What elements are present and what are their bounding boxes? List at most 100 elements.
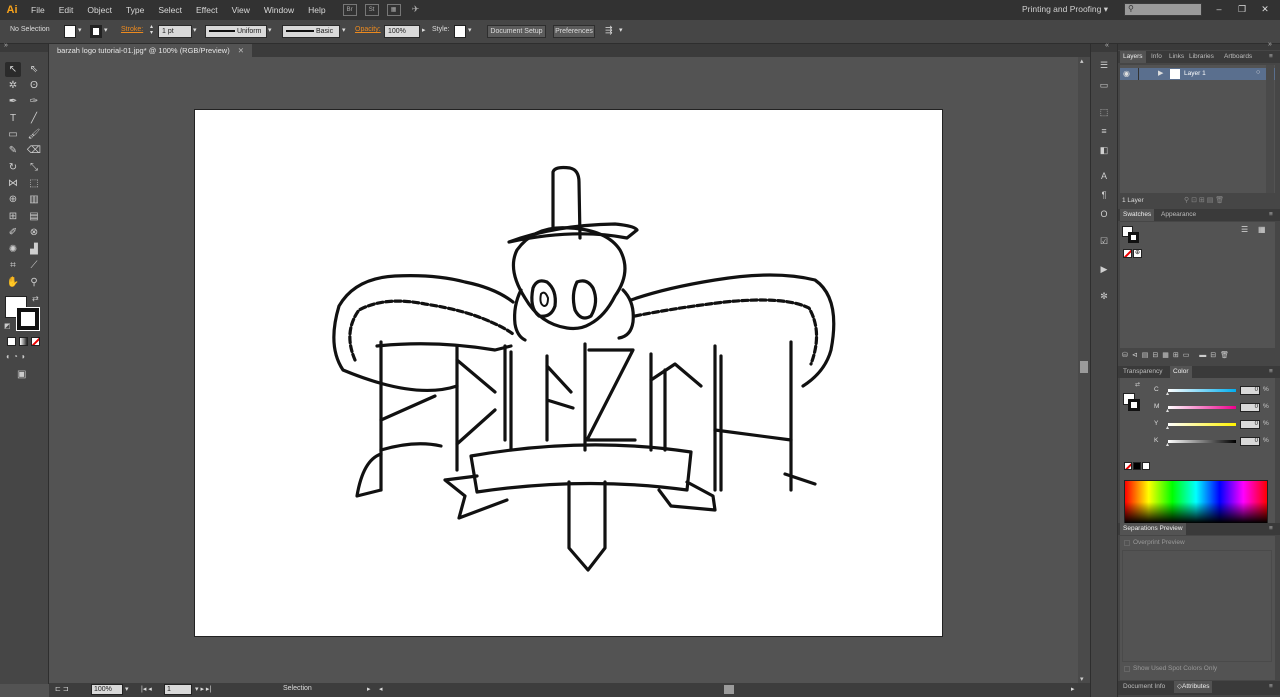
none-color-swatch[interactable] (1124, 462, 1132, 470)
horizontal-scroll-thumb[interactable] (724, 685, 734, 694)
spot-only-checkbox[interactable] (1124, 666, 1130, 672)
panel-menu-icon[interactable]: ≡ (1266, 681, 1276, 693)
brush-definition-select[interactable]: Basic (282, 25, 340, 38)
chevron-right-icon[interactable]: ▸ (367, 685, 371, 693)
color-mode-icon[interactable] (7, 337, 16, 346)
overprint-checkbox[interactable] (1124, 540, 1130, 546)
properties-panel-icon[interactable]: ☑ (1097, 235, 1111, 248)
mesh-tool-icon[interactable]: ⊞ (5, 209, 21, 224)
symbol-sprayer-tool-icon[interactable]: ✺ (5, 242, 21, 257)
gradient-mode-icon[interactable] (19, 337, 28, 346)
menu-select[interactable]: Select (151, 0, 189, 20)
stroke-color-swatch[interactable] (90, 25, 102, 38)
rotate-tool-icon[interactable]: ↻ (5, 160, 21, 175)
swatch-stroke-preview[interactable] (1128, 232, 1139, 243)
type-tool-icon[interactable]: T (5, 111, 21, 126)
close-icon[interactable]: ✕ (238, 46, 244, 55)
pencil-tool-icon[interactable]: ✎ (5, 143, 21, 158)
slider-thumb-icon[interactable]: ▴ (1166, 424, 1169, 431)
opacity-field[interactable]: 100% (384, 25, 420, 38)
scroll-right-icon[interactable]: ▸ (1071, 685, 1075, 693)
minimize-button[interactable]: – (1212, 3, 1226, 15)
swatch-registration[interactable]: ⊕ (1133, 249, 1142, 258)
shape-builder-tool-icon[interactable]: ⊕ (5, 192, 21, 207)
channel-value[interactable]: 0 (1240, 403, 1260, 412)
zoom-tool-icon[interactable]: ⚲ (26, 275, 42, 290)
tab-swatches[interactable]: Swatches (1120, 209, 1155, 221)
zoom-field[interactable]: 100% (91, 684, 123, 695)
chevron-right-icon[interactable]: ▸ (422, 26, 426, 34)
chevron-down-icon[interactable]: ▾ (193, 26, 197, 34)
panel-menu-icon[interactable]: ≡ (1266, 366, 1276, 378)
direct-selection-tool-icon[interactable]: ⇖ (26, 62, 42, 77)
line-tool-icon[interactable]: ╱ (26, 111, 42, 126)
arrange-icon[interactable]: ⇶ (605, 25, 613, 36)
artboard-tool-icon[interactable]: ⌗ (5, 258, 21, 273)
next-artboard-icon[interactable]: ▾ ▸ ▸| (195, 685, 211, 693)
layer-actions-icon[interactable]: ⚲ ⊡ ⊞ ▤ 🗑 (1184, 196, 1224, 204)
none-mode-icon[interactable] (31, 337, 40, 346)
white-color-swatch[interactable] (1142, 462, 1150, 470)
curvature-tool-icon[interactable]: ✑ (26, 94, 42, 109)
dock-header[interactable]: « (1091, 42, 1117, 52)
slider-thumb-icon[interactable]: ▴ (1166, 390, 1169, 397)
graphic-style-swatch[interactable] (454, 25, 466, 38)
scroll-left-icon[interactable]: ◂ (379, 685, 383, 693)
align-panel-icon[interactable]: ☰ (1097, 59, 1111, 72)
layers-scrollbar[interactable] (1266, 65, 1274, 193)
swap-fill-stroke-icon[interactable]: ⇄ (32, 294, 39, 303)
color-spectrum[interactable] (1124, 480, 1268, 524)
barzah-logo-sketch[interactable] (195, 110, 944, 638)
menu-file[interactable]: File (24, 0, 52, 20)
selection-tool-icon[interactable]: ↖ (5, 62, 21, 77)
tab-info[interactable]: Info (1148, 51, 1165, 63)
opacity-label[interactable]: Opacity: (355, 26, 381, 33)
tab-layers[interactable]: Layers (1120, 51, 1146, 63)
slider-track[interactable] (1168, 389, 1236, 392)
chevron-down-icon[interactable]: ▾ (125, 685, 129, 693)
pathfinder-panel-icon[interactable]: ⬚ (1097, 106, 1111, 119)
slice-tool-icon[interactable]: ⟋ (26, 258, 42, 273)
bridge-icon[interactable]: Br (342, 4, 357, 16)
target-icon[interactable]: ○ (1256, 69, 1260, 76)
grid-view-icon[interactable]: ▦ (1258, 225, 1266, 234)
draw-mode-icon[interactable]: ◐ ◔ ◑ (6, 352, 25, 361)
menu-help[interactable]: Help (301, 0, 332, 20)
close-button[interactable]: ✕ (1258, 3, 1272, 15)
artboard-nav-icon[interactable]: ⊏ ⊐ (55, 685, 69, 693)
eyedropper-tool-icon[interactable]: ✐ (5, 225, 21, 240)
slider-thumb-icon[interactable]: ▴ (1166, 407, 1169, 414)
character-panel-icon[interactable]: A (1097, 170, 1111, 183)
opentype-panel-icon[interactable]: O (1097, 208, 1111, 221)
tab-appearance[interactable]: Appearance (1158, 209, 1199, 221)
stroke-label[interactable]: Stroke: (121, 26, 143, 33)
artboard-number-field[interactable]: 1 (164, 684, 192, 695)
variable-width-profile-select[interactable]: Uniform (205, 25, 267, 38)
stroke-panel-icon[interactable]: ≡ (1097, 125, 1111, 138)
layer-row[interactable]: ◉ ▶ Layer 1 ○ (1120, 68, 1275, 80)
free-transform-tool-icon[interactable]: ⬚ (26, 176, 42, 191)
document-setup-button[interactable]: Document Setup (487, 25, 546, 38)
document-tab[interactable]: barzah logo tutorial-01.jpg* @ 100% (RGB… (49, 44, 253, 57)
chevron-down-icon[interactable]: ▾ (78, 26, 82, 34)
hand-tool-icon[interactable]: ✋ (5, 275, 21, 290)
black-color-swatch[interactable] (1133, 462, 1141, 470)
actions-panel-icon[interactable]: ▶ (1097, 263, 1111, 276)
search-input[interactable]: ⚲ (1124, 3, 1202, 16)
tab-links[interactable]: Links (1166, 51, 1187, 63)
stepper-icon[interactable]: ▴ ▾ (150, 24, 153, 36)
fill-color-swatch[interactable] (64, 25, 76, 38)
blend-tool-icon[interactable]: ⊗ (26, 225, 42, 240)
chevron-down-icon[interactable]: ▾ (268, 26, 272, 34)
symbols-panel-icon[interactable]: ✼ (1097, 290, 1111, 303)
tab-document-info[interactable]: Document Info (1120, 681, 1168, 693)
column-graph-tool-icon[interactable]: ▟ (26, 242, 42, 257)
stock-icon[interactable]: St (364, 4, 379, 16)
yellow-slider[interactable]: Y ▴ 0 % (1124, 420, 1274, 431)
panel-menu-icon[interactable]: ≡ (1266, 51, 1276, 63)
vertical-scrollbar[interactable]: ▴ ▾ (1078, 57, 1090, 683)
canvas[interactable] (49, 57, 1078, 683)
layer-name[interactable]: Layer 1 (1184, 70, 1206, 77)
panel-menu-icon[interactable]: ≡ (1266, 523, 1276, 535)
menu-edit[interactable]: Edit (52, 0, 81, 20)
